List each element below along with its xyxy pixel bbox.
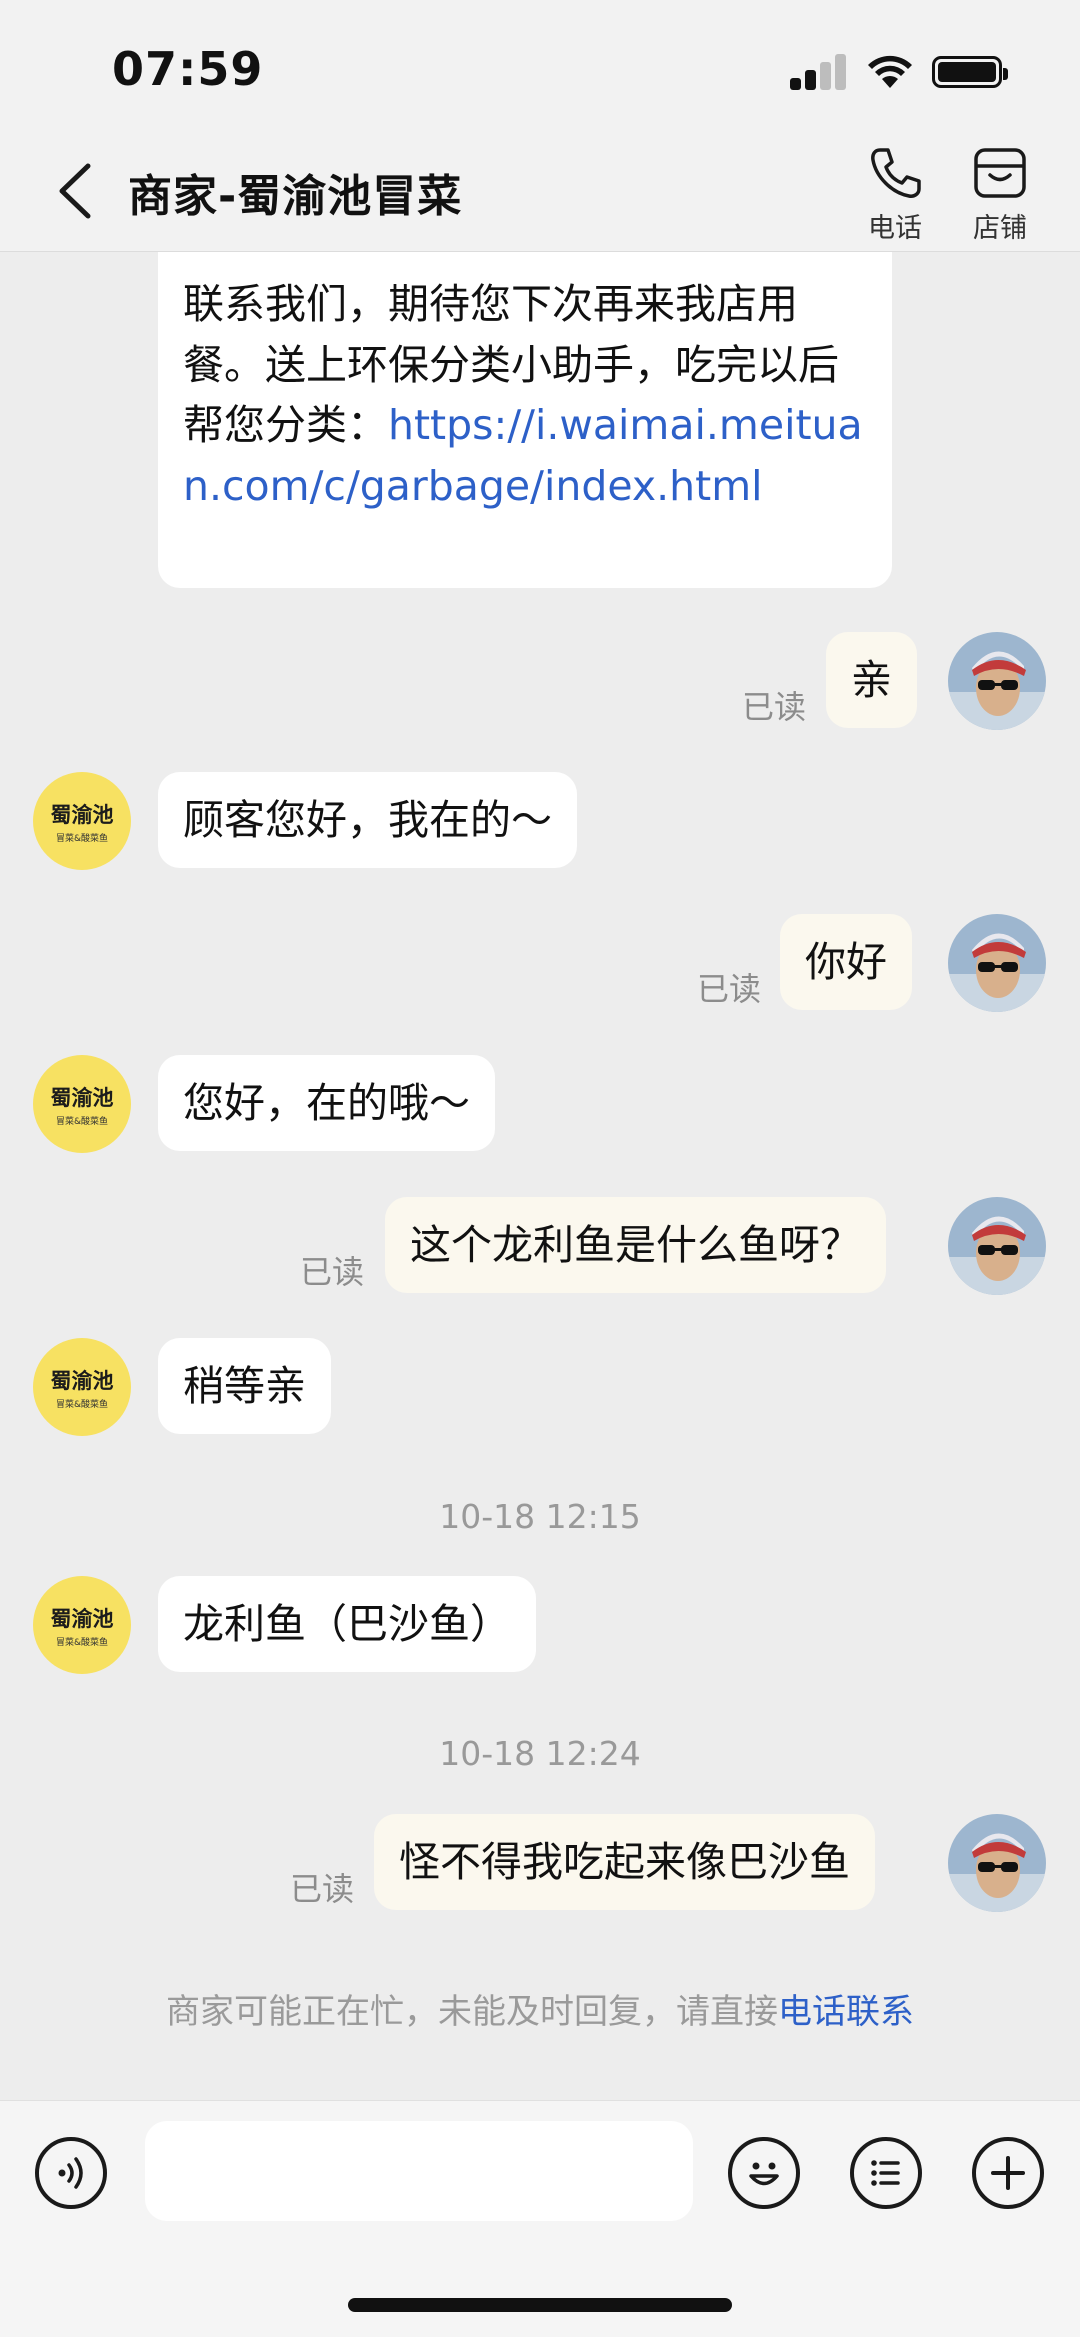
message-bubble-incoming: 顾客您好，我在的～	[158, 772, 577, 868]
user-avatar-image	[948, 1814, 1046, 1912]
status-bar: 07:59	[0, 0, 1080, 130]
user-avatar-image	[948, 1197, 1046, 1295]
wifi-icon	[868, 55, 912, 88]
battery-icon	[932, 56, 1008, 88]
store-icon	[974, 148, 1026, 198]
read-receipt: 已读	[697, 970, 762, 1008]
shop-avatar-sub: 冒菜&酸菜鱼	[55, 1399, 109, 1410]
phone-icon	[871, 148, 921, 198]
avatar[interactable]	[948, 1814, 1046, 1912]
store-label: 店铺	[973, 213, 1027, 244]
call-link[interactable]: 电话联系	[778, 1992, 914, 2032]
shop-avatar-name: 蜀渝池	[50, 1605, 114, 1631]
page-title: 商家-蜀渝池冒菜	[128, 171, 463, 222]
home-indicator[interactable]	[348, 2298, 732, 2312]
busy-notice: 商家可能正在忙，未能及时回复，请直接电话联系	[0, 1984, 1080, 2033]
message-bubble-incoming: 稍等亲	[158, 1338, 331, 1434]
voice-icon	[58, 2157, 83, 2189]
chat-header: 商家-蜀渝池冒菜 电话 店铺	[0, 130, 1080, 252]
avatar[interactable]	[948, 914, 1046, 1012]
shop-avatar-sub: 冒菜&酸菜鱼	[55, 1116, 109, 1127]
shop-avatar-sub: 冒菜&酸菜鱼	[55, 1637, 109, 1648]
user-avatar-image	[948, 914, 1046, 1012]
plus-icon	[991, 2156, 1025, 2190]
notice-text: 商家可能正在忙，未能及时回复，请直接	[166, 1992, 778, 2032]
voice-button[interactable]	[35, 2137, 107, 2209]
phone-button[interactable]: 电话	[840, 144, 950, 245]
avatar[interactable]	[948, 1197, 1046, 1295]
quick-reply-button[interactable]	[850, 2137, 922, 2209]
message-bubble-incoming: 联系我们，期待您下次再来我店用餐。送上环保分类小助手，吃完以后帮您分类：http…	[158, 252, 892, 588]
message-bubble-outgoing: 亲	[826, 632, 917, 728]
shop-avatar[interactable]: 蜀渝池 冒菜&酸菜鱼	[33, 772, 131, 870]
message-bubble-outgoing: 怪不得我吃起来像巴沙鱼	[374, 1814, 875, 1910]
shop-avatar-sub: 冒菜&酸菜鱼	[55, 833, 109, 844]
message-bubble-incoming: 龙利鱼（巴沙鱼）	[158, 1576, 536, 1672]
more-button[interactable]	[972, 2137, 1044, 2209]
timestamp: 10-18 12:24	[439, 1734, 641, 1773]
shop-avatar[interactable]: 蜀渝池 冒菜&酸菜鱼	[33, 1338, 131, 1436]
status-time: 07:59	[112, 42, 264, 96]
user-avatar-image	[948, 632, 1046, 730]
signal-icon	[790, 54, 846, 90]
emoji-icon	[749, 2162, 779, 2186]
back-icon[interactable]	[50, 158, 110, 224]
phone-label: 电话	[868, 213, 922, 244]
timestamp: 10-18 12:15	[439, 1497, 641, 1536]
message-bubble-outgoing: 这个龙利鱼是什么鱼呀？	[385, 1197, 886, 1293]
shop-avatar[interactable]: 蜀渝池 冒菜&酸菜鱼	[33, 1576, 131, 1674]
menu-icon	[871, 2160, 900, 2186]
read-receipt: 已读	[742, 688, 807, 726]
message-bubble-incoming: 您好，在的哦～	[158, 1055, 495, 1151]
message-input[interactable]	[145, 2121, 693, 2221]
chat-area[interactable]: 联系我们，期待您下次再来我店用餐。送上环保分类小助手，吃完以后帮您分类：http…	[0, 252, 1080, 2100]
shop-avatar-name: 蜀渝池	[50, 1084, 114, 1110]
read-receipt: 已读	[300, 1253, 365, 1291]
emoji-button[interactable]	[728, 2137, 800, 2209]
message-bubble-outgoing: 你好	[780, 914, 912, 1010]
shop-avatar-name: 蜀渝池	[50, 1367, 114, 1393]
shop-avatar-name: 蜀渝池	[50, 801, 114, 827]
shop-avatar[interactable]: 蜀渝池 冒菜&酸菜鱼	[33, 1055, 131, 1153]
read-receipt: 已读	[290, 1870, 355, 1908]
avatar[interactable]	[948, 632, 1046, 730]
store-button[interactable]: 店铺	[945, 144, 1055, 245]
